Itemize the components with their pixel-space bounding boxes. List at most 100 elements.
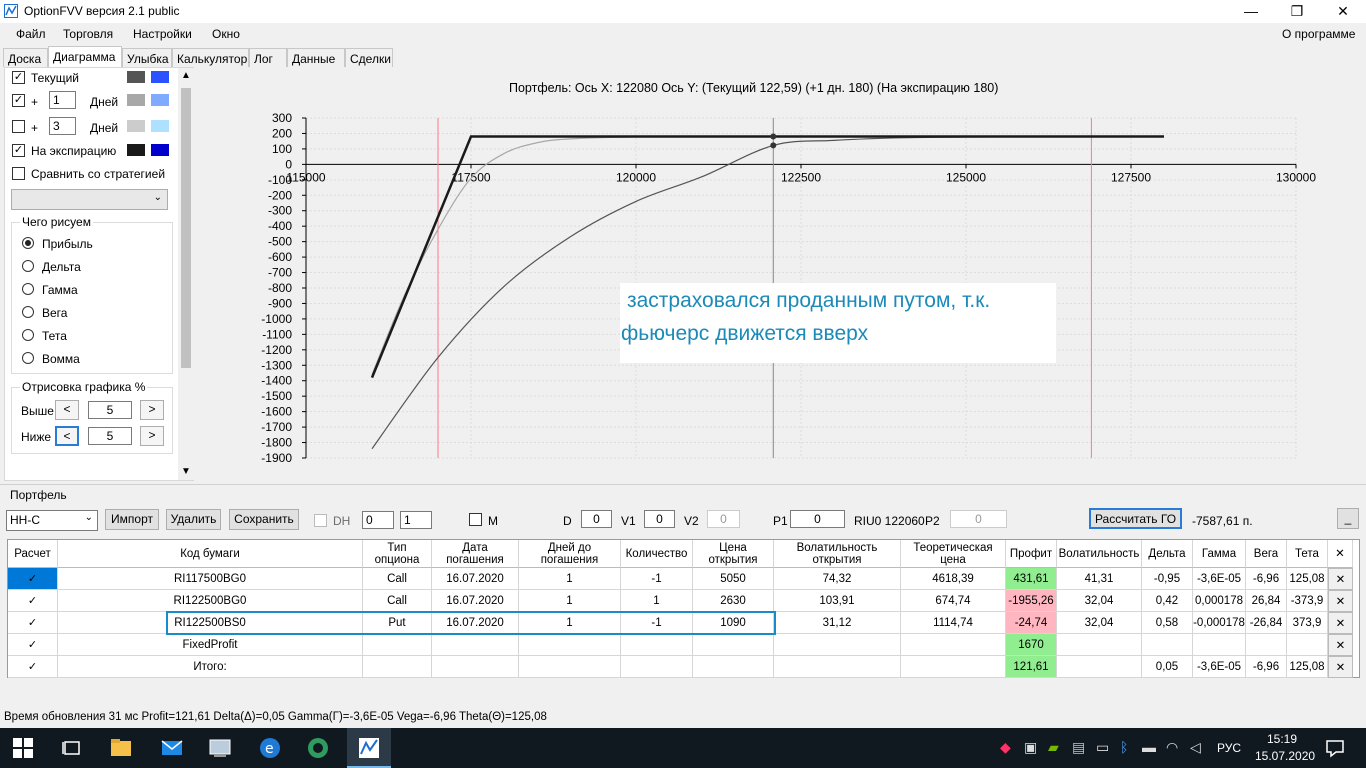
tray-network-app-icon[interactable]: ▤ [1072,739,1085,756]
below-value-input[interactable]: 5 [88,427,132,445]
menu-settings[interactable]: Настройки [133,27,192,41]
task-view-icon[interactable] [60,736,84,760]
delete-row-icon[interactable]: ✕ [1328,568,1353,590]
collapse-button[interactable]: _ [1337,508,1359,529]
bluetooth-icon[interactable]: ᛒ [1120,739,1128,755]
radio-vega[interactable] [22,306,34,318]
table-header-cell[interactable]: Дней до погашения [519,540,621,568]
table-header-cell[interactable]: Количество [621,540,693,568]
calc-go-button[interactable]: Рассчитать ГО [1089,508,1182,529]
tab-board[interactable]: Доска [3,48,48,67]
notification-icon[interactable] [1323,736,1347,760]
current-color-swatch-2[interactable] [151,71,169,83]
table-header-cell[interactable]: Волатильность открытия [774,540,901,568]
optionfvv-taskbar-button[interactable] [347,728,391,768]
table-header-cell[interactable]: Дельта [1142,540,1193,568]
calc-checkbox[interactable]: ✓ [8,634,58,656]
table-header-cell[interactable]: Дата погашения [432,540,519,568]
strategy-select[interactable]: ⌄ [11,189,168,210]
maximize-button[interactable]: ❐ [1274,0,1320,23]
menu-file[interactable]: Файл [16,27,46,41]
splitter[interactable] [0,484,1366,485]
profit-chart[interactable]: 3002001000-100-200-300-400-500-600-700-8… [195,67,1366,481]
tab-calculator[interactable]: Калькулятор [172,48,249,67]
file-explorer-icon[interactable] [109,736,133,760]
plus1-color-swatch[interactable] [127,94,145,106]
tray-monitor-icon[interactable]: ▣ [1024,739,1037,756]
radio-profit[interactable] [22,237,34,249]
plus1-days-input[interactable]: 1 [49,91,76,109]
delete-button[interactable]: Удалить [166,509,221,530]
calc-checkbox[interactable]: ✓ [8,568,58,590]
menu-window[interactable]: Окно [212,27,240,41]
delete-row-icon[interactable]: ✕ [1328,656,1353,678]
wifi-icon[interactable]: ◠ [1166,739,1178,756]
battery-icon[interactable]: ▬ [1142,739,1156,755]
tab-smile[interactable]: Улыбка [122,48,172,67]
quik-icon[interactable] [306,736,330,760]
table-header-cell[interactable]: Код бумаги [58,540,363,568]
menu-about[interactable]: О программе [1282,27,1355,41]
table-row[interactable]: ✓ RI122500BS0 Put 16.07.2020 1 -1 1090 31,12 111… [8,612,1353,634]
clock-date[interactable]: 15.07.2020 [1255,749,1315,763]
scroll-thumb[interactable] [181,88,191,368]
expiry-color-swatch-2[interactable] [151,144,169,156]
above-increase-button[interactable]: > [140,400,164,420]
table-header-cell[interactable]: Цена открытия [693,540,774,568]
v1-input[interactable]: 0 [644,510,675,528]
plus2-checkbox[interactable] [12,120,25,133]
above-value-input[interactable]: 5 [88,401,132,419]
radio-delta[interactable] [22,260,34,272]
m-checkbox[interactable] [469,513,482,526]
import-button[interactable]: Импорт [105,509,159,530]
tab-data[interactable]: Данные [287,48,345,67]
plus2-color-swatch-2[interactable] [151,120,169,132]
current-checkbox[interactable]: ✓ [12,71,25,84]
table-header-cell[interactable]: Расчет [8,540,58,568]
table-header-cell[interactable]: Гамма [1193,540,1246,568]
radio-vomma[interactable] [22,352,34,364]
calc-checkbox[interactable]: ✓ [8,656,58,678]
calc-checkbox[interactable]: ✓ [8,612,58,634]
d-input[interactable]: 0 [581,510,612,528]
plus1-checkbox[interactable]: ✓ [12,94,25,107]
table-header-cell[interactable]: Теоретическая цена [901,540,1006,568]
table-header-cell[interactable]: Профит [1006,540,1057,568]
delete-row-icon[interactable]: ✕ [1328,634,1353,656]
tab-deals[interactable]: Сделки [345,48,393,67]
nvidia-icon[interactable]: ▰ [1048,739,1059,756]
table-row[interactable]: ✓ Итого: 121,61 0,05 -3,6E-05 -6,96 125,08 ✕ [8,656,1353,678]
edge-browser-icon[interactable]: e [258,736,282,760]
below-decrease-button[interactable]: < [55,426,79,446]
menu-trade[interactable]: Торговля [63,27,113,41]
portfolio-select[interactable]: НН-С ⌄ [6,510,98,531]
table-row[interactable]: ✓ FixedProfit 1670 ✕ [8,634,1353,656]
compare-checkbox[interactable] [12,167,25,180]
clock-time[interactable]: 15:19 [1267,732,1297,746]
plus1-color-swatch-2[interactable] [151,94,169,106]
tab-diagram[interactable]: Диаграмма [48,46,122,67]
volume-icon[interactable]: ◁ [1190,739,1201,756]
minimize-button[interactable]: — [1228,0,1274,23]
control-panel-icon[interactable] [208,736,232,760]
current-color-swatch[interactable] [127,71,145,83]
delete-row-icon[interactable]: ✕ [1328,590,1353,612]
left-panel-scrollbar[interactable]: ▲ ▼ [178,68,194,480]
plus2-days-input[interactable]: 3 [49,117,76,135]
radio-theta[interactable] [22,329,34,341]
table-header-cell[interactable]: Тип опциона [363,540,432,568]
save-button[interactable]: Сохранить [229,509,299,530]
dh-spin-2[interactable]: 1 [400,511,432,529]
p1-input[interactable]: 0 [790,510,845,528]
radio-gamma[interactable] [22,283,34,295]
table-header-cell[interactable]: Тета [1287,540,1328,568]
calc-checkbox[interactable]: ✓ [8,590,58,612]
expiry-color-swatch[interactable] [127,144,145,156]
windows-start-icon[interactable] [12,737,34,759]
table-row[interactable]: ✓ RI122500BG0 Call 16.07.2020 1 1 2630 103,91 67… [8,590,1353,612]
delete-row-icon[interactable]: ✕ [1328,612,1353,634]
dh-spin-1[interactable]: 0 [362,511,394,529]
above-decrease-button[interactable]: < [55,400,79,420]
tab-log[interactable]: Лог [249,48,287,67]
table-row[interactable]: ✓ RI117500BG0 Call 16.07.2020 1 -1 5050 74,32 46… [8,568,1353,590]
